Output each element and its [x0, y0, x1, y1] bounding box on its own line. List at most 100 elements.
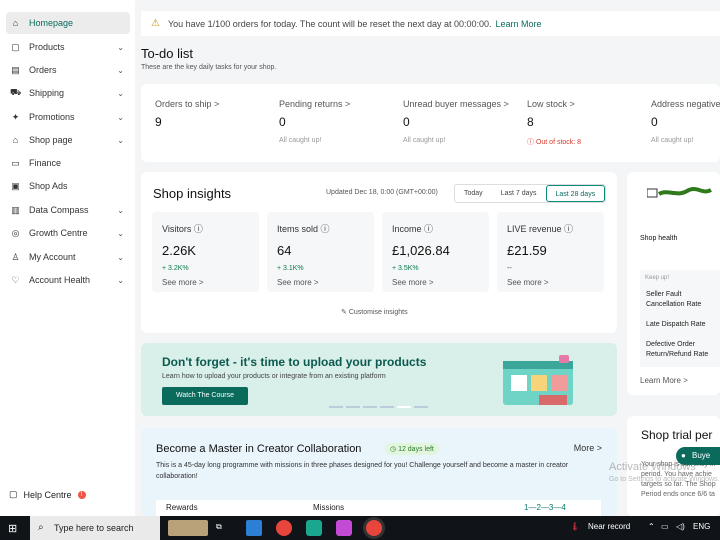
volume-icon[interactable]: ◁): [676, 522, 685, 531]
promo-heading: Don't forget - it's time to upload your …: [162, 355, 427, 369]
sidebar-item-shipping[interactable]: ⛟ Shipping ⌄: [6, 82, 130, 104]
range-28-days[interactable]: Last 28 days: [545, 185, 606, 202]
todo-card: Orders to ship > 9 Pending returns > 0 A…: [141, 84, 720, 162]
sidebar-item-label: Growth Centre: [29, 228, 88, 238]
metric-address-negative[interactable]: Address negative 0 All caught up!: [651, 99, 720, 144]
sidebar-item-homepage[interactable]: ⌂ Homepage: [6, 12, 130, 34]
range-selector: Today Last 7 days Last 28 days: [454, 184, 607, 203]
chevron-down-icon: ⌄: [117, 135, 124, 145]
metric-low-stock[interactable]: Low stock > 8 ⓘ Out of stock: 8: [527, 99, 647, 147]
see-more-link[interactable]: See more >: [507, 278, 594, 287]
shop-insights-card: Shop insights Updated Dec 18, 0:00 (GMT+…: [141, 172, 617, 333]
chevron-down-icon: ⌄: [117, 228, 124, 238]
sidebar-item-shop-page[interactable]: ⌂ Shop page ⌄: [6, 129, 130, 151]
insight-change: + 3.2K%: [162, 265, 189, 272]
insight-value: 64: [277, 243, 292, 258]
metric-value: 8: [527, 115, 534, 129]
sidebar-item-promotions[interactable]: ✦ Promotions ⌄: [6, 106, 130, 128]
watch-course-button[interactable]: Watch The Course: [162, 387, 248, 405]
metric-note: All caught up!: [279, 137, 322, 144]
sidebar-item-label: Promotions: [29, 112, 75, 122]
cortana-thumbnail[interactable]: [168, 520, 208, 536]
sidebar-item-label: My Account: [29, 252, 76, 262]
app-icon[interactable]: [306, 520, 322, 536]
insight-value: 2.26K: [162, 243, 196, 258]
growth-icon: ◎: [11, 227, 20, 238]
tab-missions[interactable]: Missions: [313, 503, 344, 512]
chevron-down-icon: ⌄: [117, 88, 124, 98]
insight-label: LIVE revenue ⓘ: [507, 224, 574, 234]
search-placeholder: Type here to search: [54, 523, 134, 533]
sidebar-item-label: Orders: [29, 65, 57, 75]
insight-items-sold: Items sold ⓘ 64 + 3.1K% See more >: [267, 212, 374, 292]
finance-icon: ▭: [11, 157, 20, 168]
learn-more-link[interactable]: Learn More: [496, 19, 542, 29]
search-icon: ⌕: [38, 522, 44, 533]
chart-icon: ▥: [11, 204, 20, 215]
task-view-icon[interactable]: ⧉: [216, 522, 222, 532]
sidebar-item-label: Shop Ads: [29, 181, 68, 191]
todo-title: To-do list: [141, 46, 194, 61]
sidebar-item-finance[interactable]: ▭ Finance: [6, 152, 130, 174]
carousel-dots[interactable]: [329, 406, 428, 408]
master-tabs: Rewards Missions 1—2—3—4: [156, 500, 601, 516]
activate-windows-watermark: Activate Windows: [609, 461, 696, 473]
insight-live-revenue: LIVE revenue ⓘ £21.59 -- See more >: [497, 212, 604, 292]
days-left-text: 12 days left: [398, 446, 434, 453]
chrome-icon[interactable]: [276, 520, 292, 536]
range-7-days[interactable]: Last 7 days: [492, 185, 546, 202]
app-icon[interactable]: [336, 520, 352, 536]
range-today[interactable]: Today: [455, 185, 492, 202]
see-more-link[interactable]: See more >: [392, 278, 479, 287]
sidebar-item-my-account[interactable]: ♙ My Account ⌄: [6, 246, 130, 268]
shop-illustration: [503, 355, 573, 405]
insight-change: + 3.1K%: [277, 265, 304, 272]
keep-up-label: Keep up!: [645, 275, 670, 281]
metric-value: 9: [155, 115, 162, 129]
upload-products-banner: Don't forget - it's time to upload your …: [141, 343, 617, 416]
tab-rewards[interactable]: Rewards: [166, 503, 198, 512]
metric-orders-to-ship[interactable]: Orders to ship > 9: [155, 99, 275, 129]
sidebar-item-shop-ads[interactable]: ▣ Shop Ads: [6, 175, 130, 197]
box-icon: ▢: [11, 41, 20, 52]
sidebar-item-growth-centre[interactable]: ◎ Growth Centre ⌄: [6, 222, 130, 244]
windows-taskbar: ⊞ ⌕ Type here to search ⧉ 🌡 Near record …: [0, 516, 720, 540]
thermometer-icon: 🌡: [570, 522, 581, 531]
insight-change: --: [507, 265, 512, 272]
sidebar-item-account-health[interactable]: ♡ Account Health ⌄: [6, 269, 130, 291]
learn-more-link[interactable]: Learn More >: [640, 376, 688, 385]
home-icon: ⌂: [12, 18, 19, 28]
sidebar-item-label: Products: [29, 42, 65, 52]
help-centre-link[interactable]: ▢ Help Centre !: [9, 489, 86, 500]
file-explorer-icon[interactable]: [246, 520, 262, 536]
sidebar-item-orders[interactable]: ▤ Orders ⌄: [6, 59, 130, 81]
language-indicator[interactable]: ENG: [693, 522, 710, 531]
more-link[interactable]: More >: [574, 443, 602, 453]
windows-start-icon[interactable]: ⊞: [8, 522, 17, 535]
see-more-link[interactable]: See more >: [277, 278, 364, 287]
days-left-badge: ◷ 12 days left: [385, 443, 439, 455]
weather-text[interactable]: Near record: [588, 522, 630, 531]
chevron-down-icon: ⌄: [117, 65, 124, 75]
chevron-down-icon: ⌄: [117, 205, 124, 215]
health-row: Defective Order Return/Refund Rate: [646, 341, 709, 358]
shop-health-card: Shop health Keep up! Seller Fault Cancel…: [627, 172, 720, 395]
tray-chevron-icon[interactable]: ⌃: [648, 522, 655, 531]
redacted-scribble: [647, 187, 712, 198]
chrome-active-icon[interactable]: [366, 520, 382, 536]
customise-insights-button[interactable]: ✎ Customise insights: [341, 308, 408, 316]
metric-pending-returns[interactable]: Pending returns > 0 All caught up!: [279, 99, 399, 144]
sidebar-item-products[interactable]: ▢ Products ⌄: [6, 36, 130, 58]
health-metrics-box: Keep up! Seller Fault Cancellation Rate …: [640, 270, 720, 367]
see-more-link[interactable]: See more >: [162, 278, 249, 287]
metric-label: Pending returns >: [279, 99, 351, 109]
chevron-down-icon: ⌄: [117, 112, 124, 122]
taskbar-search[interactable]: ⌕ Type here to search: [30, 516, 160, 540]
insight-label: Items sold ⓘ: [277, 224, 330, 234]
sidebar-item-data-compass[interactable]: ▥ Data Compass ⌄: [6, 199, 130, 221]
network-icon[interactable]: ▭: [661, 522, 669, 531]
metric-unread-messages[interactable]: Unread buyer messages > 0 All caught up!: [403, 99, 523, 144]
health-row: Late Dispatch Rate: [646, 321, 706, 328]
user-icon: ♙: [11, 251, 20, 262]
warning-icon: ⚠: [151, 18, 160, 29]
